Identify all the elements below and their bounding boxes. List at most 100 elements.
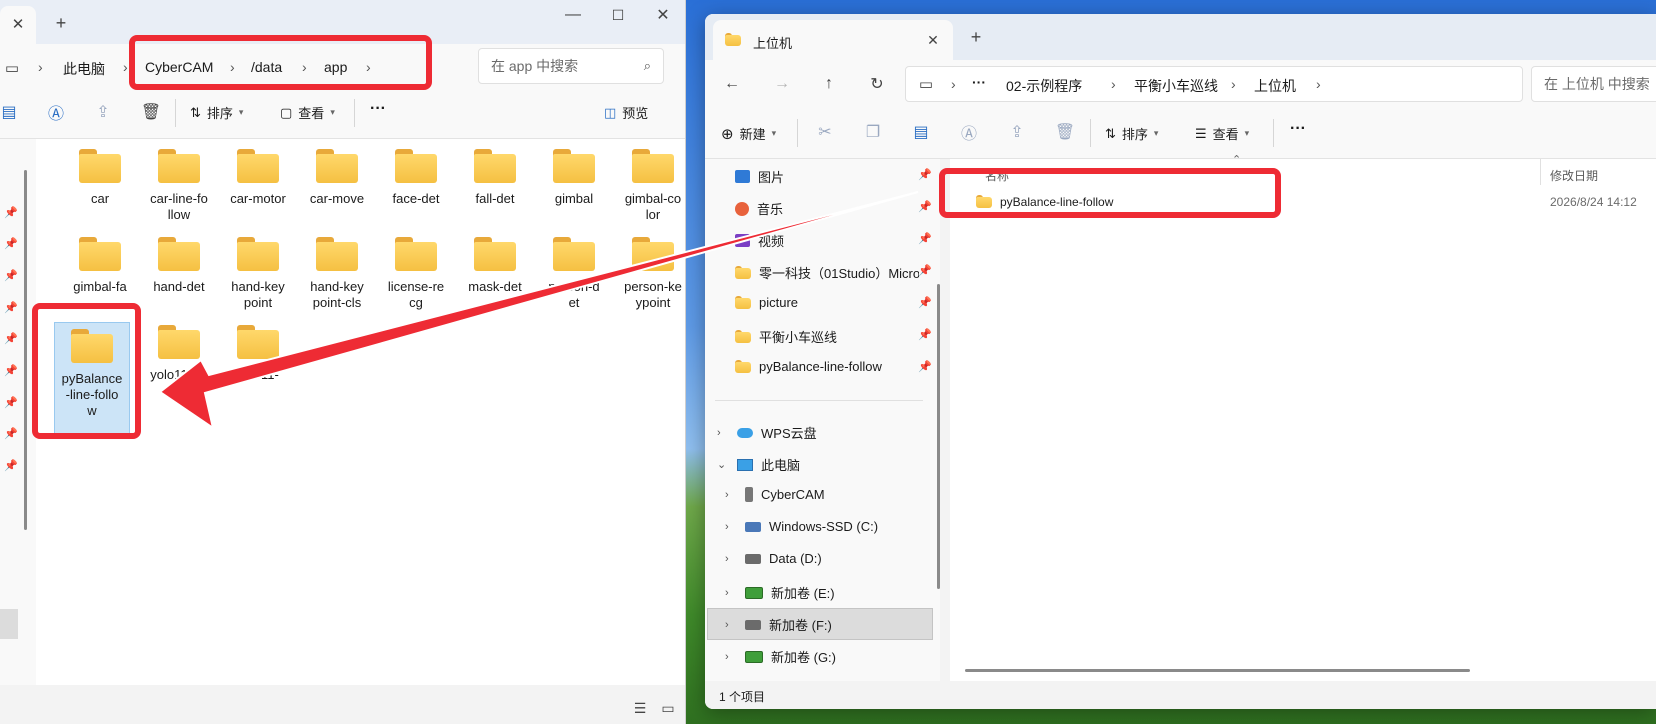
up-icon[interactable]: ↑ [817, 72, 841, 96]
left-active-tab[interactable]: ✕ [0, 6, 36, 44]
breadcrumb-examples[interactable]: 02-示例程序 [1006, 76, 1082, 96]
cut-icon[interactable]: ✂ [813, 120, 837, 144]
system-drive-icon [745, 521, 761, 532]
folder-tile[interactable]: car [62, 149, 138, 207]
back-icon[interactable]: ← [720, 72, 744, 96]
chevron-right-icon: › [725, 650, 729, 663]
column-modified[interactable]: 修改日期 [1550, 167, 1598, 184]
forward-icon[interactable]: → [770, 72, 794, 96]
folder-tile[interactable]: license-re cg [378, 237, 454, 311]
new-tab-icon[interactable]: + [50, 12, 72, 34]
folder-tile[interactable]: gimbal-fa [62, 237, 138, 295]
left-view-button[interactable]: ▢ 查看 ▾ [280, 103, 335, 122]
folder-label: car-motor [230, 191, 286, 206]
nav-pictures[interactable]: 图片 [735, 167, 784, 186]
nav-picture[interactable]: picture [735, 295, 798, 310]
folder-label: person-d et [548, 279, 600, 310]
left-more-button[interactable]: ··· [370, 100, 386, 118]
folder-tile[interactable]: fall-det [457, 149, 533, 207]
delete-icon[interactable]: 🗑 [1053, 120, 1077, 144]
folder-tile[interactable]: yolo11- [220, 325, 296, 383]
pin-icon: 📌 [918, 169, 932, 181]
maximize-icon[interactable]: ☐ [603, 4, 633, 26]
folder-tile[interactable]: gimbal [536, 149, 612, 207]
folder-tile[interactable]: gimbal-co lor [615, 149, 685, 223]
right-active-tab[interactable]: 上位机 ✕ [713, 20, 953, 60]
minimize-icon[interactable]: — [558, 4, 588, 26]
share-icon[interactable]: ⇪ [1005, 120, 1029, 144]
nav-balance-car[interactable]: 平衡小车巡线 [735, 327, 837, 346]
nav-label: 零一科技（01Studio）Micro [759, 266, 919, 281]
nav-wps-cloud[interactable]: › WPS云盘 [717, 423, 817, 442]
new-tab-icon[interactable]: + [965, 26, 987, 48]
close-tab-icon[interactable]: ✕ [8, 14, 28, 34]
folder-icon [316, 149, 358, 183]
address-bar[interactable]: ▭ › ··· 02-示例程序 › 平衡小车巡线 › 上位机 › [905, 66, 1523, 102]
breadcrumb-balance-car[interactable]: 平衡小车巡线 [1134, 76, 1218, 96]
folder-tile[interactable]: car-motor [220, 149, 296, 207]
breadcrumb-overflow[interactable]: ··· [972, 74, 986, 90]
right-search-input[interactable]: 在 上位机 中搜索 [1531, 66, 1656, 102]
pin-icon: 📌 [918, 297, 932, 309]
folder-tile[interactable]: hand-key point [220, 237, 296, 311]
view-label: 查看 [298, 106, 325, 121]
nav-drive-d[interactable]: › Data (D:) [725, 551, 822, 566]
nav-scrollbar[interactable] [24, 170, 27, 530]
rename-icon[interactable]: Ⓐ [45, 100, 67, 124]
column-divider [1540, 159, 1541, 185]
nav-drive-cybercam[interactable]: › CyberCAM [725, 487, 825, 502]
folder-tile[interactable]: car-line-fo llow [141, 149, 217, 223]
left-search-input[interactable]: 在 app 中搜索 ⌕ [478, 48, 664, 84]
copy-icon[interactable]: ❐ [861, 120, 885, 144]
share-icon[interactable]: ⇪ [92, 100, 114, 124]
nav-scrollbar[interactable] [937, 284, 940, 589]
left-sort-button[interactable]: ⇅ 排序 ▾ [190, 103, 243, 122]
selected-nav-item[interactable] [0, 609, 18, 639]
nav-drive-f[interactable]: › 新加卷 (F:) [725, 615, 832, 634]
paste-icon[interactable]: ▤ [0, 100, 18, 124]
folder-tile[interactable]: person-ke ypoint [615, 237, 685, 311]
details-view-icon[interactable]: ☰ [630, 698, 650, 718]
folder-tile[interactable]: person-d et [536, 237, 612, 311]
sort-label: 排序 [1121, 127, 1148, 142]
close-tab-icon[interactable]: ✕ [923, 30, 943, 50]
nav-01studio[interactable]: 零一科技（01Studio）Micro [735, 263, 919, 282]
nav-label: 音乐 [757, 202, 784, 217]
folder-tile[interactable]: yolo11-cls [141, 325, 217, 383]
preview-pane-button[interactable]: ◫ 预览 [604, 103, 648, 122]
folder-tile[interactable]: car-move [299, 149, 375, 207]
preview-label: 预览 [622, 106, 649, 121]
computer-icon [737, 458, 753, 471]
nav-videos[interactable]: 视频 [735, 231, 784, 250]
preview-pane-icon: ◫ [604, 104, 617, 120]
nav-drive-g[interactable]: › 新加卷 (G:) [725, 647, 836, 666]
refresh-icon[interactable]: ↻ [865, 72, 889, 96]
right-view-button[interactable]: ☰ 查看 ▾ [1195, 124, 1249, 143]
nav-drive-e[interactable]: › 新加卷 (E:) [725, 583, 835, 602]
nav-label: CyberCAM [761, 487, 825, 502]
horizontal-scrollbar[interactable] [965, 669, 1470, 672]
breadcrumb-host[interactable]: 上位机 [1254, 76, 1296, 96]
nav-music[interactable]: 音乐 [735, 199, 783, 218]
new-button[interactable]: ⊕ 新建 ▾ [721, 124, 776, 143]
nav-label: WPS云盘 [761, 426, 817, 441]
nav-drive-c[interactable]: › Windows-SSD (C:) [725, 519, 878, 534]
folder-tile[interactable]: hand-det [141, 237, 217, 295]
nav-this-pc[interactable]: ⌄ 此电脑 [717, 455, 800, 474]
delete-icon[interactable]: 🗑 [140, 100, 162, 124]
folder-tile[interactable]: mask-det [457, 237, 533, 295]
folder-tile[interactable]: face-det [378, 149, 454, 207]
rename-icon[interactable]: Ⓐ [957, 120, 981, 144]
right-more-button[interactable]: ··· [1290, 120, 1306, 138]
folder-tile[interactable]: hand-key point-cls [299, 237, 375, 311]
paste-icon[interactable]: ▤ [909, 120, 933, 144]
videos-icon [735, 234, 750, 247]
nav-pybalance[interactable]: pyBalance-line-follow [735, 359, 882, 374]
breadcrumb-separator: › [1316, 76, 1321, 92]
tiles-view-icon[interactable]: ▭ [658, 698, 678, 718]
close-window-icon[interactable]: ✕ [648, 4, 678, 26]
right-sort-button[interactable]: ⇅ 排序 ▾ [1105, 124, 1158, 143]
breadcrumb-this-pc[interactable]: 此电脑 [63, 59, 105, 79]
annotation-box-left-path [129, 35, 432, 90]
folder-icon [735, 296, 751, 309]
